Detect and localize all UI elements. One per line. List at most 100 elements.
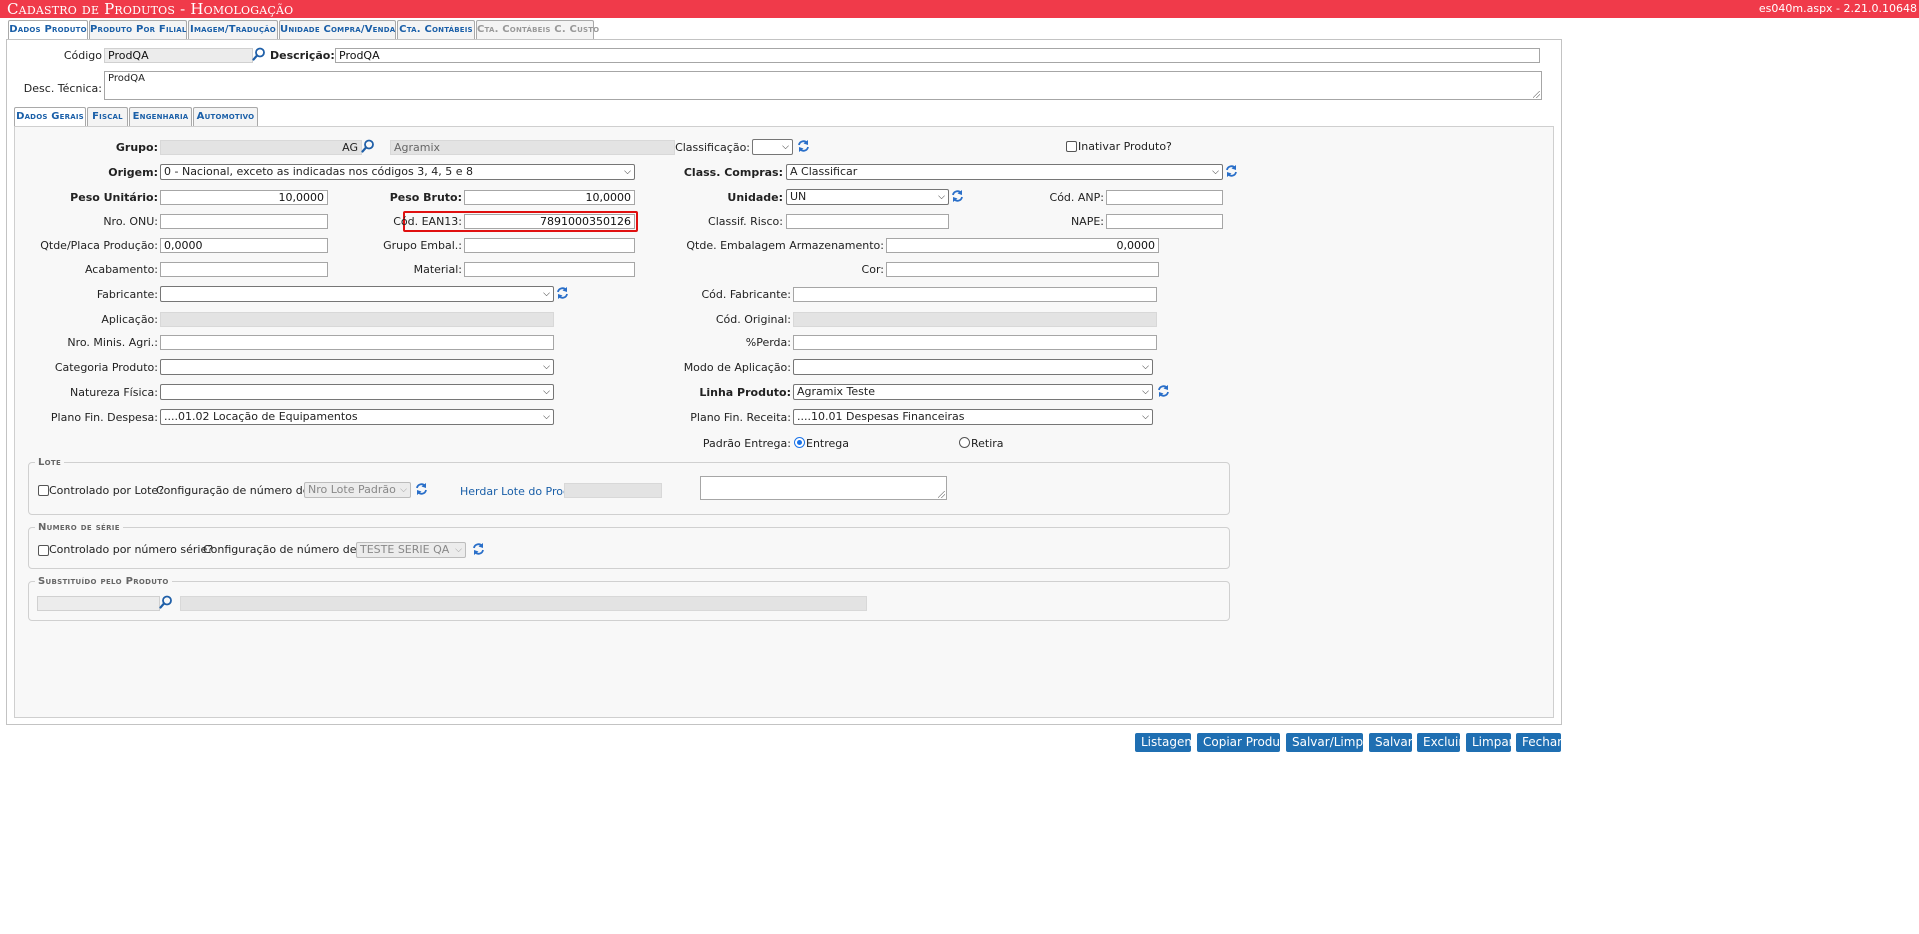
chevron-down-icon: ⌵ xyxy=(624,167,631,177)
classificacao-refresh-icon[interactable] xyxy=(797,139,810,153)
plano-despesa-select[interactable]: ....01.02 Locação de Equipamentos ⌵ xyxy=(160,409,554,425)
peso-unitario-input[interactable]: 10,0000 xyxy=(160,190,328,205)
perda-label: %Perda: xyxy=(745,336,791,349)
natureza-select[interactable]: ⌵ xyxy=(160,384,554,400)
codigo-search-icon[interactable] xyxy=(252,47,266,61)
cod-ean13-input[interactable]: 7891000350126 xyxy=(464,214,635,229)
cod-fabricante-input[interactable] xyxy=(793,287,1157,302)
linha-produto-label: Linha Produto: xyxy=(699,386,791,399)
classif-risco-input[interactable] xyxy=(786,214,949,229)
substituido-search-icon[interactable] xyxy=(159,595,173,609)
inativar-label: Inativar Produto? xyxy=(1078,140,1172,153)
version-label: es040m.aspx - 2.21.0.10648 xyxy=(1758,2,1917,15)
material-input[interactable] xyxy=(464,262,635,277)
plano-receita-label: Plano Fin. Receita: xyxy=(690,411,791,424)
categoria-select[interactable]: ⌵ xyxy=(160,359,554,375)
chevron-down-icon: ⌵ xyxy=(1142,362,1149,372)
material-label: Material: xyxy=(413,263,462,276)
qtde-embalagem-input[interactable]: 0,0000 xyxy=(886,238,1159,253)
desc-tecnica-textarea[interactable]: ProdQA xyxy=(104,71,1542,100)
config-lote-select[interactable]: Nro Lote Padrão ⌵ xyxy=(304,482,411,498)
cod-original-input xyxy=(793,312,1157,327)
config-lote-refresh-icon[interactable] xyxy=(415,482,428,496)
cor-label: Cor: xyxy=(861,263,884,276)
cor-input[interactable] xyxy=(886,262,1159,277)
grupo-search-icon[interactable] xyxy=(361,139,375,153)
tab-imagem-traducao[interactable]: Imagem/Tradução xyxy=(188,20,278,39)
aplicacao-label: Aplicação: xyxy=(101,313,158,326)
fechar-button[interactable]: Fechar xyxy=(1516,733,1562,752)
linha-produto-select[interactable]: Agramix Teste ⌵ xyxy=(793,384,1153,400)
chevron-down-icon: ⌵ xyxy=(543,412,550,422)
tab-cta-contabeis[interactable]: Cta. Contábeis xyxy=(397,20,475,39)
config-serie-refresh-icon[interactable] xyxy=(472,542,485,556)
tab-produto-por-filial[interactable]: Produto Por Filial xyxy=(89,20,187,39)
acabamento-input[interactable] xyxy=(160,262,328,277)
class-compras-select[interactable]: A Classificar ⌵ xyxy=(786,164,1223,180)
descricao-input[interactable]: ProdQA xyxy=(335,48,1540,63)
peso-bruto-input[interactable]: 10,0000 xyxy=(464,190,635,205)
substituido-desc-input xyxy=(180,596,867,611)
natureza-label: Natureza Física: xyxy=(70,386,158,399)
tab-fiscal[interactable]: Fiscal xyxy=(87,107,128,126)
lote-notes-textarea[interactable] xyxy=(700,476,947,500)
title-bar: Cadastro de Produtos - Homologação es040… xyxy=(0,0,1919,18)
nro-onu-input[interactable] xyxy=(160,214,328,229)
tab-unidade-compra-venda[interactable]: Unidade Compra/Venda xyxy=(279,20,396,39)
fabricante-select[interactable]: ⌵ xyxy=(160,286,554,302)
config-serie-select[interactable]: TESTE SERIE QA ⌵ xyxy=(356,542,466,558)
window-title: Cadastro de Produtos - Homologação xyxy=(7,0,294,18)
origem-select[interactable]: 0 - Nacional, exceto as indicadas nos có… xyxy=(160,164,635,180)
limpar-button[interactable]: Limpar xyxy=(1466,733,1514,752)
categoria-label: Categoria Produto: xyxy=(54,361,158,374)
chevron-down-icon: ⌵ xyxy=(1212,167,1219,177)
excluir-button[interactable]: Excluir xyxy=(1417,733,1463,752)
tab-engenharia[interactable]: Engenharia xyxy=(129,107,192,126)
listagem-button[interactable]: Listagem xyxy=(1135,733,1196,752)
tab-dados-produto[interactable]: Dados Produto xyxy=(8,20,88,40)
controlado-serie-label: Controlado por número série? xyxy=(49,543,214,556)
serie-legend: Numero de série xyxy=(35,522,123,534)
entrega-radio[interactable] xyxy=(794,437,805,448)
unidade-label: Unidade: xyxy=(727,191,783,204)
retira-label: Retira xyxy=(971,437,1004,450)
cod-anp-input[interactable] xyxy=(1106,190,1223,205)
grupo-label: Grupo: xyxy=(115,141,158,154)
salvar-button[interactable]: Salvar xyxy=(1369,733,1413,752)
controlado-lote-checkbox[interactable] xyxy=(38,485,49,496)
fabricante-refresh-icon[interactable] xyxy=(556,286,569,300)
grupo-embal-label: Grupo Embal.: xyxy=(383,239,462,252)
codigo-label: Código xyxy=(63,49,102,62)
substituido-code-input[interactable] xyxy=(37,596,160,611)
tab-automotivo[interactable]: Automotivo xyxy=(193,107,258,126)
retira-radio[interactable] xyxy=(959,437,970,448)
entrega-label: Entrega xyxy=(806,437,850,450)
nro-minis-input[interactable] xyxy=(160,335,554,350)
classificacao-label: Classificação: xyxy=(675,141,750,154)
substituido-legend: Substituído pelo Produto xyxy=(35,576,172,588)
inativar-checkbox[interactable] xyxy=(1066,141,1077,152)
controlado-serie-checkbox[interactable] xyxy=(38,545,49,556)
tab-dados-gerais[interactable]: Dados Gerais xyxy=(14,107,86,127)
perda-input[interactable] xyxy=(793,335,1157,350)
classificacao-select[interactable]: ⌵ xyxy=(752,139,793,155)
cod-fabricante-label: Cód. Fabricante: xyxy=(701,288,791,301)
grupo-desc-input: Agramix xyxy=(390,140,675,155)
unidade-select[interactable]: UN ⌵ xyxy=(786,189,949,205)
unidade-refresh-icon[interactable] xyxy=(951,189,964,203)
codigo-input[interactable]: ProdQA xyxy=(104,48,253,63)
qtde-placa-input[interactable]: 0,0000 xyxy=(160,238,328,253)
class-compras-refresh-icon[interactable] xyxy=(1225,164,1238,178)
resize-grip-icon[interactable] xyxy=(938,491,945,498)
copiar-produto-button[interactable]: Copiar Produto xyxy=(1197,733,1292,752)
controlado-lote-label: Controlado por Lote? xyxy=(49,484,165,497)
linha-produto-refresh-icon[interactable] xyxy=(1157,384,1170,398)
modo-aplicacao-select[interactable]: ⌵ xyxy=(793,359,1153,375)
grupo-input[interactable]: AG xyxy=(160,140,362,155)
chevron-down-icon: ⌵ xyxy=(543,289,550,299)
grupo-embal-input[interactable] xyxy=(464,238,635,253)
nape-input[interactable] xyxy=(1106,214,1223,229)
plano-receita-select[interactable]: ....10.01 Despesas Financeiras ⌵ xyxy=(793,409,1153,425)
resize-grip-icon[interactable] xyxy=(1533,91,1540,98)
salvar-limpar-button[interactable]: Salvar/Limpar xyxy=(1286,733,1375,752)
